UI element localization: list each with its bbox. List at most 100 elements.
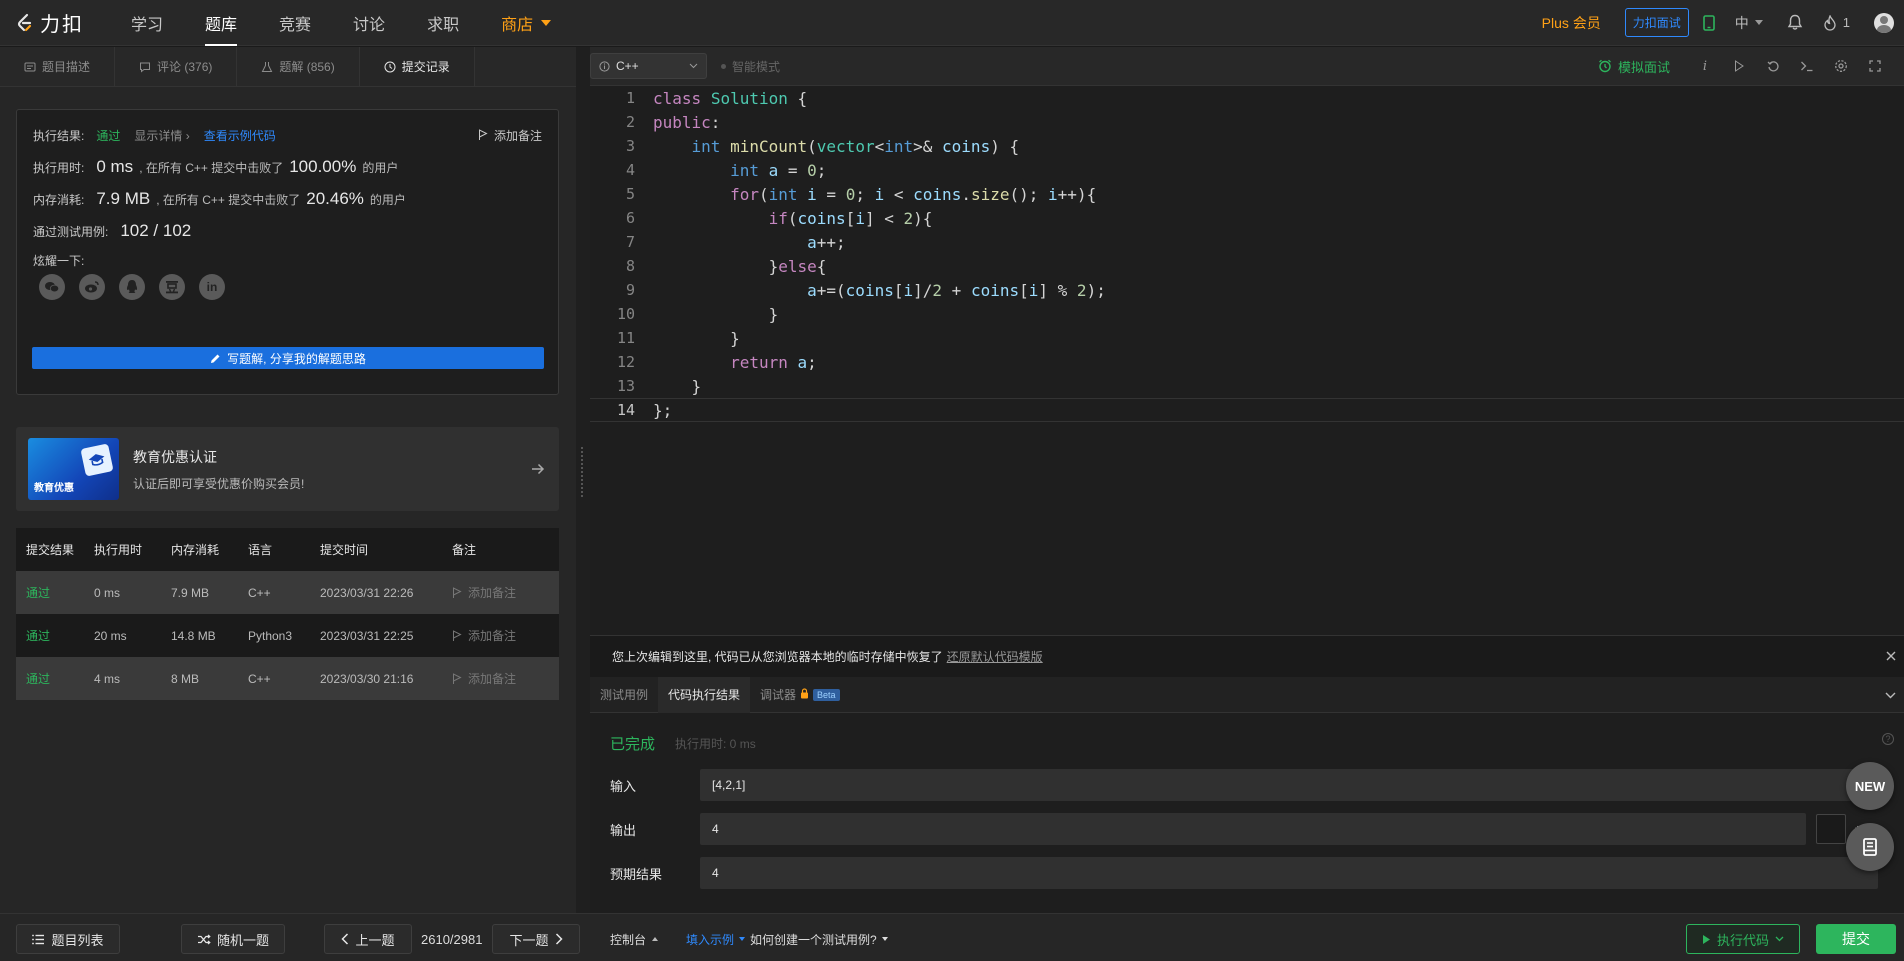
- restore-default-link[interactable]: 还原默认代码模版: [947, 648, 1043, 665]
- douban-icon[interactable]: [159, 274, 185, 300]
- nav-store[interactable]: 商店: [480, 0, 572, 46]
- run-code-button[interactable]: 执行代码: [1686, 924, 1800, 954]
- table-row[interactable]: 通过 0 ms 7.9 MB C++ 2023/03/31 22:26 添加备注: [16, 571, 559, 614]
- fullscreen-icon[interactable]: [1858, 60, 1892, 72]
- row-note-label: 添加备注: [468, 672, 517, 686]
- language-label: 中: [1734, 14, 1749, 31]
- avatar[interactable]: [1874, 12, 1894, 33]
- code-line: 4 int a = 0;: [590, 158, 1904, 182]
- bell-icon[interactable]: [1787, 14, 1803, 31]
- nav-jobs[interactable]: 求职: [406, 0, 480, 46]
- play-icon[interactable]: [1722, 60, 1756, 72]
- code-line: 7 a++;: [590, 230, 1904, 254]
- language-select[interactable]: 中: [1735, 13, 1763, 33]
- show-detail-link[interactable]: 显示详情 ›: [134, 127, 189, 144]
- mock-interview-label: 模拟面试: [1617, 59, 1670, 75]
- settings-icon[interactable]: [1824, 59, 1858, 73]
- code-line: 6 if(coins[i] < 2){: [590, 206, 1904, 230]
- nav-discuss[interactable]: 讨论: [332, 0, 406, 46]
- share-icons: in: [39, 274, 542, 300]
- panel-splitter[interactable]: [576, 47, 590, 913]
- code-line: 8 }else{: [590, 254, 1904, 278]
- notebook-button[interactable]: [1846, 823, 1894, 871]
- clock-icon: [384, 61, 396, 72]
- editor-toolbar-right: 模拟面试 i: [1598, 57, 1892, 76]
- bottom-bar: 题目列表 随机一题 上一题 2610/2981 下一题 控制台 填入示例 如何创…: [0, 913, 1904, 961]
- flask-icon: [262, 61, 273, 72]
- weibo-icon[interactable]: [79, 274, 105, 300]
- random-problem-button[interactable]: 随机一题: [181, 924, 285, 954]
- input-value[interactable]: [4,2,1]: [700, 769, 1878, 801]
- tab-submissions[interactable]: 提交记录: [359, 47, 475, 86]
- code-editor[interactable]: 1 class Solution { 2 public: 3 int minCoun…: [590, 86, 1904, 635]
- table-row[interactable]: 通过 4 ms 8 MB C++ 2023/03/30 21:16 添加备注: [16, 657, 559, 700]
- help-icon[interactable]: ?: [1882, 733, 1894, 745]
- row-add-note-button[interactable]: 添加备注: [452, 627, 559, 644]
- row-status[interactable]: 通过: [16, 670, 94, 687]
- prev-problem-button[interactable]: 上一题: [324, 924, 412, 954]
- expected-row: 预期结果 4: [610, 857, 1878, 889]
- tab-testcase[interactable]: 测试用例: [590, 677, 658, 713]
- row-status[interactable]: 通过: [16, 627, 94, 644]
- editor-panel: C++ 智能模式 模拟面试 i 1 class Solution { 2 publi…: [590, 47, 1904, 913]
- tab-comments-label: 评论 (376): [157, 60, 213, 74]
- terminal-icon[interactable]: [1790, 60, 1824, 72]
- edu-promo-image-label: 教育优惠: [34, 483, 74, 494]
- fill-example-link[interactable]: 填入示例: [686, 931, 734, 948]
- write-solution-button[interactable]: 写题解, 分享我的解题思路: [32, 347, 544, 369]
- line-number: 12: [616, 353, 635, 371]
- runtime-tail: 的用户: [362, 160, 399, 175]
- qq-icon[interactable]: [119, 274, 145, 300]
- console-toggle[interactable]: 控制台: [610, 924, 659, 954]
- diff-toggle[interactable]: [1816, 814, 1846, 844]
- add-note-button[interactable]: 添加备注: [478, 127, 542, 144]
- row-memory: 8 MB: [171, 671, 200, 686]
- chevron-down-icon[interactable]: [1885, 687, 1896, 702]
- line-number: 4: [625, 161, 635, 179]
- reset-icon[interactable]: [1756, 60, 1790, 73]
- console-tabs: 测试用例 代码执行结果 调试器 Beta: [590, 676, 1904, 713]
- wechat-icon[interactable]: [39, 274, 65, 300]
- expected-value[interactable]: 4: [700, 857, 1878, 889]
- info-italic-icon[interactable]: i: [1688, 59, 1722, 74]
- row-status[interactable]: 通过: [16, 584, 94, 601]
- nav-learn[interactable]: 学习: [110, 0, 184, 46]
- comment-icon: [140, 62, 151, 73]
- close-icon[interactable]: [1886, 648, 1896, 666]
- mock-interview-toggle[interactable]: 模拟面试: [1598, 57, 1670, 76]
- tab-comments[interactable]: 评论 (376): [115, 47, 238, 86]
- code-line: 5 for(int i = 0; i < coins.size(); i++){: [590, 182, 1904, 206]
- smart-mode-toggle[interactable]: 智能模式: [721, 58, 780, 75]
- tab-run-result[interactable]: 代码执行结果: [658, 676, 751, 713]
- flag-icon: [453, 672, 462, 684]
- problem-list-button[interactable]: 题目列表: [16, 924, 120, 954]
- new-feature-button[interactable]: NEW: [1846, 762, 1894, 810]
- linkedin-icon[interactable]: in: [199, 274, 225, 300]
- submit-button[interactable]: 提交: [1816, 924, 1896, 954]
- line-number: 9: [625, 281, 635, 299]
- table-row[interactable]: 通过 20 ms 14.8 MB Python3 2023/03/31 22:2…: [16, 614, 559, 657]
- view-sample-code-link[interactable]: 查看示例代码: [204, 127, 276, 144]
- streak-counter[interactable]: 1: [1823, 14, 1850, 31]
- nav-contest[interactable]: 竞赛: [258, 0, 332, 46]
- next-problem-button[interactable]: 下一题: [492, 924, 580, 954]
- mock-interview-button[interactable]: 力扣面试: [1624, 8, 1689, 37]
- tab-description[interactable]: 题目描述: [0, 47, 116, 86]
- code-language-select[interactable]: C++: [590, 53, 707, 79]
- line-number: 5: [625, 185, 635, 203]
- logo[interactable]: 力扣: [14, 8, 84, 37]
- header-runtime: 执行用时: [94, 543, 143, 557]
- mobile-icon[interactable]: [1702, 14, 1715, 31]
- result-status-row: 执行结果: 通过 显示详情 › 查看示例代码 添加备注: [33, 124, 542, 146]
- output-value[interactable]: 4: [700, 813, 1806, 845]
- how-create-testcase-link[interactable]: 如何创建一个测试用例?: [750, 931, 877, 948]
- tab-debugger[interactable]: 调试器 Beta: [750, 677, 850, 713]
- row-add-note-button[interactable]: 添加备注: [452, 670, 559, 687]
- result-status: 通过: [96, 128, 121, 143]
- tab-solutions[interactable]: 题解 (856): [237, 47, 360, 86]
- line-number: 3: [625, 137, 635, 155]
- row-add-note-button[interactable]: 添加备注: [452, 584, 559, 601]
- edu-promo-banner[interactable]: 教育优惠 教育优惠认证 认证后即可享受优惠价购买会员!: [16, 427, 559, 511]
- plus-member-link[interactable]: Plus 会员: [1542, 13, 1601, 33]
- nav-problemset[interactable]: 题库: [184, 0, 258, 46]
